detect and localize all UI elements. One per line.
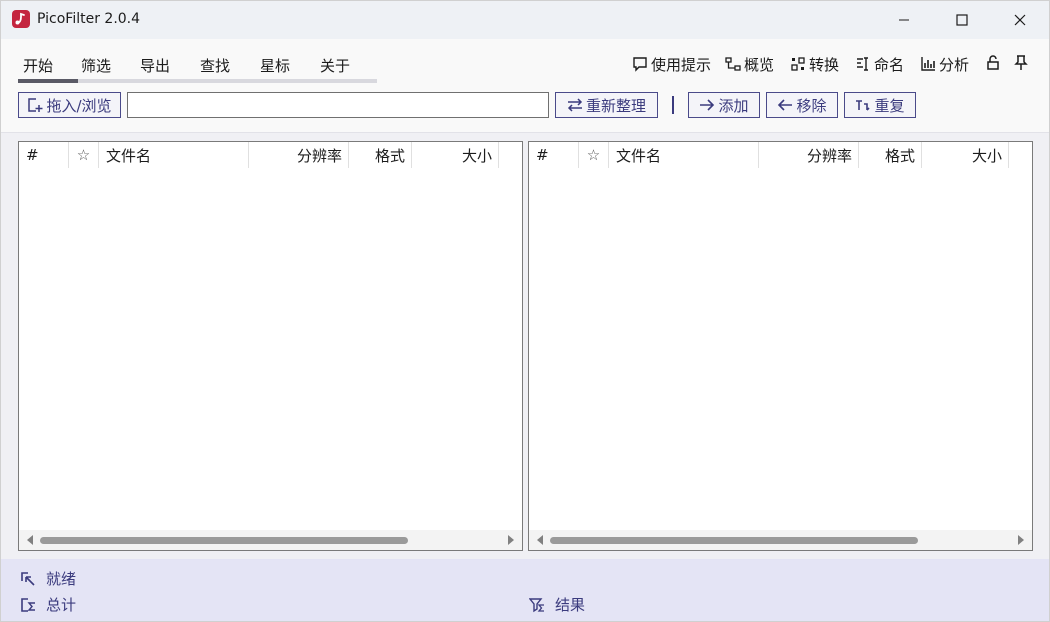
column-size[interactable]: 大小	[922, 142, 1009, 168]
filter-sum-icon	[529, 597, 544, 612]
tab-star[interactable]: 星标	[260, 55, 290, 76]
add-file-icon	[28, 98, 43, 112]
horizontal-scrollbar[interactable]	[19, 530, 522, 550]
tab-start[interactable]: 开始	[23, 55, 53, 76]
column-index[interactable]: #	[19, 142, 69, 168]
maximize-icon	[956, 14, 968, 26]
remove-label: 移除	[796, 96, 827, 115]
tab-filter[interactable]: 筛选	[81, 55, 111, 76]
sum-icon	[21, 597, 35, 612]
tab-search[interactable]: 查找	[200, 55, 230, 76]
arrow-left-icon	[778, 99, 793, 111]
toolbar-separator	[672, 96, 674, 114]
column-index[interactable]: #	[529, 142, 579, 168]
add-label: 添加	[718, 96, 749, 115]
hierarchy-icon	[725, 57, 741, 71]
analyze-button[interactable]: 分析	[920, 54, 969, 74]
scrollbar-thumb[interactable]	[40, 537, 408, 544]
remove-button[interactable]: 移除	[766, 92, 838, 118]
status-ready: 就绪	[20, 568, 76, 589]
swap-icon	[567, 98, 583, 112]
rename-icon	[857, 57, 868, 71]
pin-icon	[1014, 55, 1028, 70]
title-bar: PicoFilter 2.0.4	[1, 1, 1049, 39]
duplicate-button[interactable]: 重复	[844, 92, 916, 118]
close-icon	[1014, 14, 1026, 26]
column-filename[interactable]: 文件名	[609, 142, 759, 168]
add-button[interactable]: 添加	[688, 92, 760, 118]
column-resolution[interactable]: 分辨率	[249, 142, 349, 168]
app-window: PicoFilter 2.0.4 开始 筛选 导出 查找 星标 关于 使用提示 …	[0, 0, 1050, 622]
analyze-label: 分析	[939, 55, 970, 74]
overview-button[interactable]: 概览	[725, 54, 774, 74]
app-logo-icon	[12, 10, 30, 28]
maximize-button[interactable]	[933, 1, 991, 39]
convert-label: 转换	[809, 55, 840, 74]
tips-button[interactable]: 使用提示	[632, 54, 711, 74]
scrollbar-thumb[interactable]	[550, 537, 918, 544]
column-star[interactable]: ☆	[579, 142, 609, 168]
column-size[interactable]: 大小	[412, 142, 499, 168]
active-tab-indicator	[18, 79, 78, 83]
pin-button[interactable]	[1014, 55, 1030, 73]
column-format[interactable]: 格式	[349, 142, 412, 168]
horizontal-scrollbar[interactable]	[529, 530, 1032, 550]
scroll-right-icon[interactable]	[507, 535, 515, 545]
scroll-left-icon[interactable]	[26, 535, 34, 545]
lock-button[interactable]	[986, 55, 1002, 73]
tab-about[interactable]: 关于	[320, 55, 350, 76]
window-title: PicoFilter 2.0.4	[37, 11, 141, 27]
tab-export[interactable]: 导出	[140, 55, 170, 76]
source-file-list[interactable]: # ☆ 文件名 分辨率 格式 大小	[18, 141, 523, 551]
reorganize-button[interactable]: 重新整理	[555, 92, 658, 118]
scroll-left-icon[interactable]	[536, 535, 544, 545]
overview-label: 概览	[744, 55, 775, 74]
status-total-label: 总计	[46, 596, 77, 614]
cursor-select-icon	[21, 571, 35, 586]
duplicate-label: 重复	[874, 96, 905, 115]
comment-icon	[633, 57, 647, 72]
convert-icon	[791, 57, 805, 71]
column-format[interactable]: 格式	[859, 142, 922, 168]
rename-button[interactable]: 命名	[855, 54, 904, 74]
arrow-right-icon	[700, 99, 715, 111]
path-input[interactable]	[127, 92, 549, 118]
status-total: 总计	[20, 594, 76, 615]
status-area: 就绪 总计 结果	[1, 559, 1049, 621]
bar-chart-icon	[921, 57, 935, 71]
scroll-right-icon[interactable]	[1017, 535, 1025, 545]
lock-icon	[987, 55, 999, 70]
tips-label: 使用提示	[651, 55, 712, 74]
close-button[interactable]	[991, 1, 1049, 39]
result-file-list[interactable]: # ☆ 文件名 分辨率 格式 大小	[528, 141, 1033, 551]
browse-button[interactable]: 拖入/浏览	[18, 92, 121, 118]
rename-label: 命名	[874, 55, 905, 74]
minimize-button[interactable]	[875, 1, 933, 39]
column-resolution[interactable]: 分辨率	[759, 142, 859, 168]
duplicate-icon	[856, 100, 871, 111]
column-star[interactable]: ☆	[69, 142, 99, 168]
status-ready-label: 就绪	[46, 570, 77, 588]
status-result-label: 结果	[555, 596, 586, 614]
status-result: 结果	[529, 594, 585, 615]
column-filename[interactable]: 文件名	[99, 142, 249, 168]
browse-label: 拖入/浏览	[46, 96, 112, 115]
reorganize-label: 重新整理	[585, 96, 646, 115]
convert-button[interactable]: 转换	[790, 54, 839, 74]
minimize-icon	[899, 19, 909, 21]
